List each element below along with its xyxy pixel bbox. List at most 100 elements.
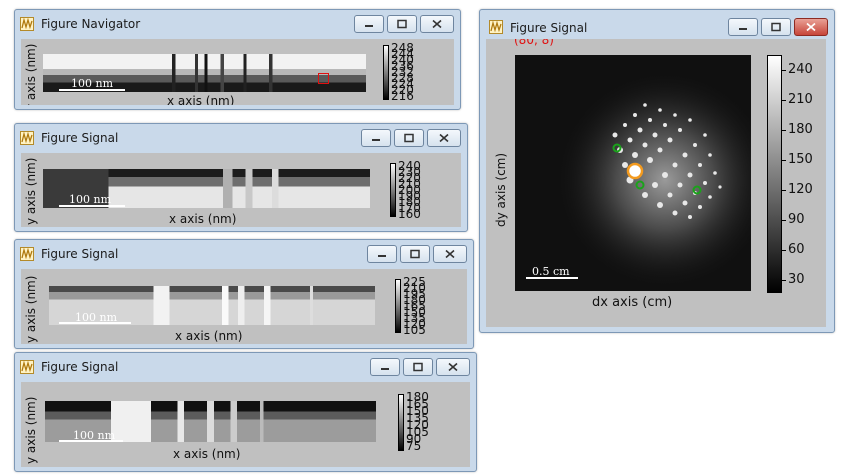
colorbar	[767, 55, 782, 293]
minimize-button[interactable]	[367, 245, 397, 263]
signal-1-titlebar[interactable]: Figure Signal	[15, 124, 467, 152]
diffraction-pattern[interactable]	[515, 55, 751, 291]
colorbar-tick: 75	[406, 439, 422, 453]
y-axis-label: y axis (nm)	[24, 275, 38, 343]
colorbar	[398, 394, 404, 451]
colorbar-tick: 150	[788, 152, 813, 167]
x-axis-label: x axis (nm)	[169, 212, 237, 226]
maximize-button[interactable]	[387, 15, 417, 33]
minimize-icon	[372, 139, 380, 141]
signal-window-1[interactable]: Figure Signal y axis (nm) 100 nm x axis …	[14, 123, 468, 232]
close-button[interactable]	[427, 129, 461, 147]
tick-mark	[782, 190, 786, 191]
maximize-icon	[771, 22, 781, 32]
minimize-icon	[365, 25, 373, 27]
scalebar-label: 100 nm	[71, 77, 114, 90]
colorbar	[383, 45, 389, 100]
navigator-titlebar[interactable]: Figure Navigator	[15, 10, 460, 38]
scalebar-label: 100 nm	[75, 311, 118, 324]
maximize-button[interactable]	[394, 129, 424, 147]
window-title: Figure Navigator	[41, 17, 141, 31]
signal-1-canvas[interactable]: y axis (nm) 100 nm x axis (nm) 240 230 2…	[21, 153, 461, 227]
y-axis-label: y axis (nm)	[24, 43, 38, 105]
y-axis-label: y axis (nm)	[24, 396, 38, 464]
close-icon	[448, 362, 458, 372]
colorbar-ticks: 240 210 180 150 120 90 60 30	[782, 55, 822, 295]
window-title: Figure Signal	[41, 131, 119, 145]
minimize-button[interactable]	[370, 358, 400, 376]
tick-mark	[782, 100, 786, 101]
signal-2-canvas[interactable]: y axis (nm) 100 nm x axis (nm) 225 210 1…	[21, 269, 467, 344]
maximize-icon	[413, 362, 423, 372]
diffraction-canvas[interactable]: (80, 8) dy axis (cm) 0.5 cm dx axis (cm)…	[486, 39, 826, 327]
minimize-button[interactable]	[361, 129, 391, 147]
navigator-canvas[interactable]: y axis (nm) 100 nm x axis (nm) 248 244 2…	[21, 39, 454, 105]
matplotlib-icon	[20, 131, 34, 145]
signal-2-titlebar[interactable]: Figure Signal	[15, 240, 473, 268]
y-axis-label: y axis (nm)	[24, 157, 38, 225]
minimize-icon	[381, 368, 389, 370]
scalebar-label: 100 nm	[73, 429, 116, 442]
matplotlib-icon	[489, 20, 503, 34]
tick-mark	[782, 160, 786, 161]
matplotlib-icon	[20, 247, 34, 261]
center-marker-orange[interactable]	[626, 162, 644, 180]
signal-3-canvas[interactable]: y axis (nm) 100 nm x axis (nm) 180 165 1…	[21, 382, 470, 467]
colorbar-tick: 120	[788, 182, 813, 197]
x-axis-label: x axis (nm)	[167, 94, 235, 105]
tick-mark	[782, 250, 786, 251]
close-button[interactable]	[436, 358, 470, 376]
navigator-window[interactable]: Figure Navigator y axis (nm) 100 nm x ax…	[14, 9, 461, 110]
signal-window-2[interactable]: Figure Signal y axis (nm) 100 nm x axis …	[14, 239, 474, 349]
close-icon	[806, 22, 816, 32]
maximize-icon	[397, 19, 407, 29]
close-icon	[439, 133, 449, 143]
tick-mark	[782, 70, 786, 71]
maximize-button[interactable]	[400, 245, 430, 263]
colorbar-ticks: 180 165 150 135 120 105 90 75	[406, 391, 446, 456]
colorbar-tick: 160	[398, 207, 421, 221]
colorbar-tick: 90	[788, 212, 805, 227]
scalebar-label: 0.5 cm	[532, 265, 570, 278]
x-axis-label: dx axis (cm)	[592, 295, 673, 310]
signal-window-3[interactable]: Figure Signal y axis (nm) 100 nm x axis …	[14, 352, 477, 472]
window-title: Figure Signal	[41, 247, 119, 261]
maximize-icon	[410, 249, 420, 259]
colorbar	[390, 163, 396, 217]
diffraction-window[interactable]: Figure Signal (80, 8) dy axis (cm) 0.5 c…	[479, 9, 835, 333]
matplotlib-icon	[20, 360, 34, 374]
colorbar-ticks: 240 230 220 210 200 190 180 170 160	[398, 160, 438, 220]
colorbar-tick: 210	[788, 92, 813, 107]
minimize-button[interactable]	[354, 15, 384, 33]
colorbar-tick: 216	[391, 89, 414, 103]
x-axis-label: x axis (nm)	[175, 329, 243, 343]
maximize-button[interactable]	[403, 358, 433, 376]
colorbar-tick: 60	[788, 242, 805, 257]
colorbar-ticks: 225 210 195 180 165 150 135 120 105	[403, 276, 443, 336]
minimize-button[interactable]	[728, 18, 758, 36]
close-button[interactable]	[420, 15, 454, 33]
navigator-cursor[interactable]	[318, 73, 329, 84]
tick-mark	[782, 220, 786, 221]
matplotlib-icon	[20, 17, 34, 31]
minimize-icon	[739, 28, 747, 30]
maximize-button[interactable]	[761, 18, 791, 36]
close-button[interactable]	[433, 245, 467, 263]
close-icon	[432, 19, 442, 29]
tick-mark	[782, 280, 786, 281]
colorbar	[395, 279, 401, 333]
y-axis-label: dy axis (cm)	[494, 152, 508, 227]
signal-3-titlebar[interactable]: Figure Signal	[15, 353, 476, 381]
diffraction-spots	[555, 70, 751, 290]
colorbar-tick: 180	[788, 122, 813, 137]
diffuse-background	[555, 70, 751, 290]
maximize-icon	[404, 133, 414, 143]
close-button[interactable]	[794, 18, 828, 36]
tick-mark	[782, 130, 786, 131]
window-title: Figure Signal	[41, 360, 119, 374]
diffraction-titlebar[interactable]: Figure Signal	[480, 10, 834, 38]
close-icon	[445, 249, 455, 259]
scalebar-label: 100 nm	[69, 193, 112, 206]
colorbar-tick: 30	[788, 272, 805, 287]
colorbar-tick: 240	[788, 62, 813, 77]
